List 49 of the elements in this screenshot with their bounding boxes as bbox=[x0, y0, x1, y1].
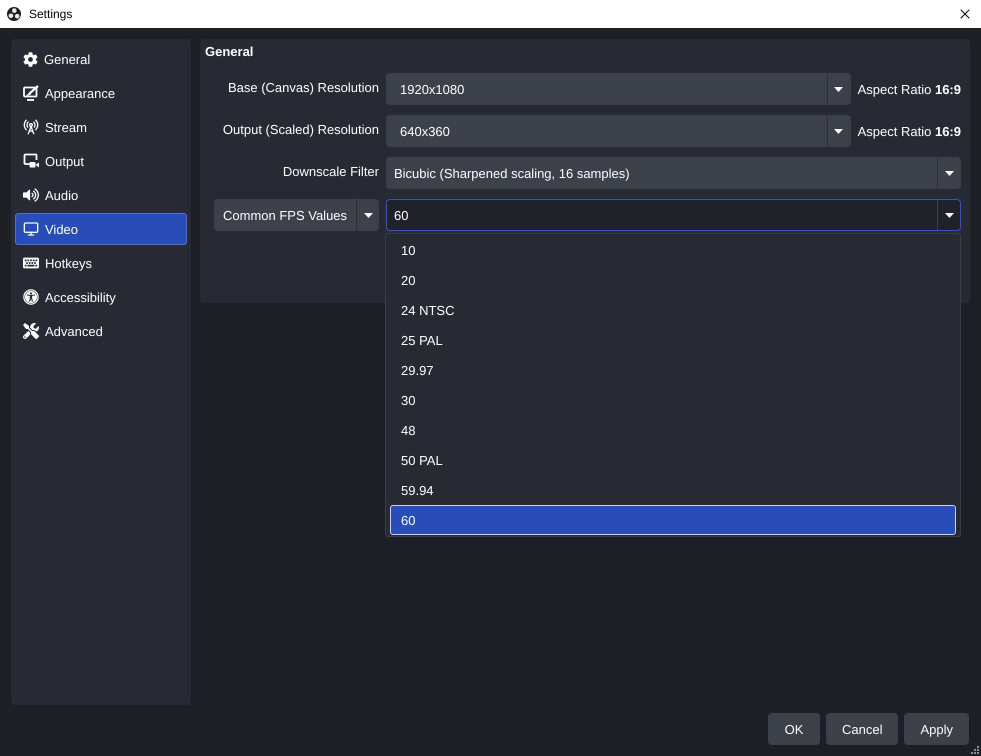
sidebar-item[interactable]: Advanced bbox=[15, 315, 187, 347]
section-title: General bbox=[205, 45, 254, 59]
sidebar-item[interactable]: Hotkeys bbox=[15, 247, 187, 279]
fps-type-select[interactable]: Common FPS Values bbox=[214, 199, 379, 231]
antenna-icon bbox=[23, 119, 39, 135]
tools-icon bbox=[23, 323, 39, 339]
caret-down-icon bbox=[944, 212, 954, 218]
aspect-ratio-text: Aspect Ratio 16:9 bbox=[858, 124, 961, 138]
dropdown-option[interactable]: 20 bbox=[390, 265, 956, 295]
keyboard-icon bbox=[23, 255, 39, 271]
field-label: Output (Scaled) Resolution bbox=[222, 122, 379, 137]
aspect-ratio-text: Aspect Ratio 16:9 bbox=[858, 82, 961, 96]
fps-select[interactable]: 60 bbox=[386, 199, 961, 231]
sidebar-item[interactable]: Audio bbox=[15, 179, 187, 211]
sidebar-item[interactable]: Appearance bbox=[15, 77, 187, 109]
monitor-camera-icon bbox=[23, 153, 39, 169]
field-label: Downscale Filter bbox=[282, 164, 379, 179]
dropdown-option[interactable]: 25 PAL bbox=[390, 325, 956, 355]
filter-select[interactable]: Bicubic (Sharpened scaling, 16 samples) bbox=[386, 157, 961, 189]
sidebar-item[interactable]: Accessibility bbox=[15, 281, 187, 313]
resolution-select[interactable]: 1920x1080 bbox=[386, 73, 851, 105]
speaker-icon bbox=[23, 187, 39, 203]
sidebar-item[interactable]: Output bbox=[15, 145, 187, 177]
monitor-icon bbox=[23, 221, 39, 237]
dialog-button[interactable]: Apply bbox=[904, 713, 969, 745]
sidebar-item[interactable]: Stream bbox=[15, 111, 187, 143]
caret-down-icon bbox=[834, 128, 844, 134]
dropdown-option[interactable]: 30 bbox=[390, 385, 956, 415]
app-logo-icon bbox=[7, 7, 21, 21]
dropdown-option[interactable]: 24 NTSC bbox=[390, 295, 956, 325]
gear-icon bbox=[23, 52, 38, 66]
dropdown-option[interactable]: 50 PAL bbox=[390, 445, 956, 475]
resolution-select[interactable]: 640x360 bbox=[386, 115, 851, 147]
window-title: Settings bbox=[29, 7, 72, 21]
dialog-button[interactable]: OK bbox=[768, 713, 820, 745]
sidebar-item[interactable]: General bbox=[15, 43, 187, 75]
caret-down-icon bbox=[944, 170, 954, 176]
sidebar-item[interactable]: Video bbox=[15, 213, 187, 245]
monitor-brush-icon bbox=[23, 85, 39, 101]
caret-down-icon bbox=[364, 212, 372, 218]
dialog-button[interactable]: Cancel bbox=[826, 713, 898, 745]
field-label: Base (Canvas) Resolution bbox=[228, 80, 379, 95]
dropdown-option[interactable]: 59.94 bbox=[390, 475, 956, 505]
dropdown-option[interactable]: 48 bbox=[390, 415, 956, 445]
resize-grip-icon[interactable] bbox=[970, 745, 979, 754]
dropdown-option[interactable]: 29.97 bbox=[390, 355, 956, 385]
caret-down-icon bbox=[834, 86, 844, 92]
dropdown-option[interactable]: 60 bbox=[390, 505, 956, 535]
dropdown-option[interactable]: 10 bbox=[390, 235, 956, 265]
